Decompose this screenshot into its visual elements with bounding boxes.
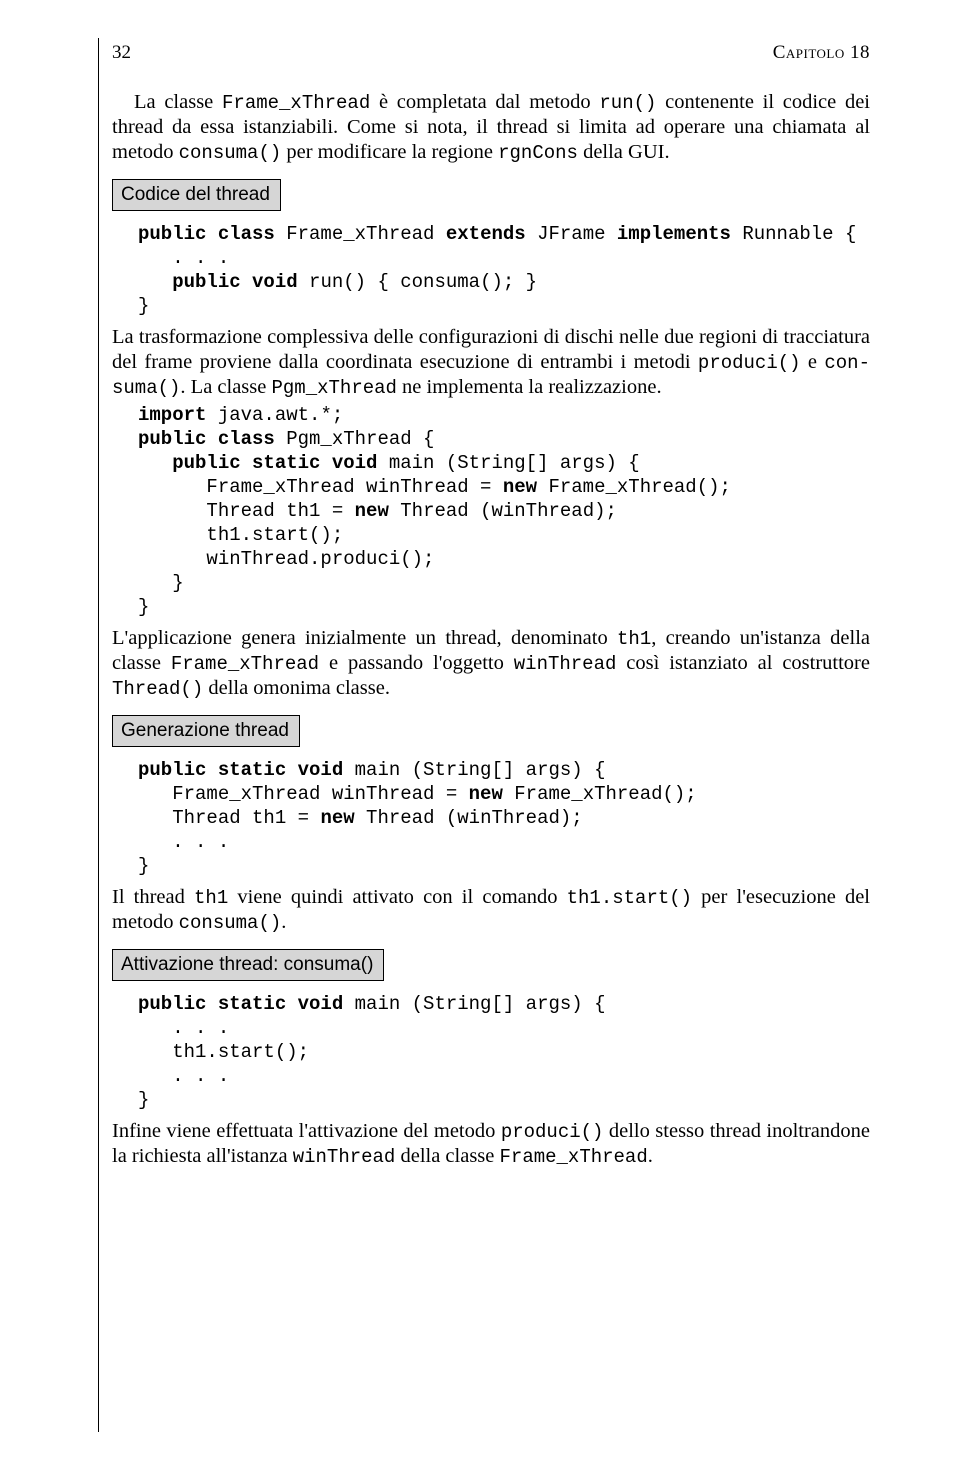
paragraph-2: La trasformazione complessiva delle conf…	[112, 325, 870, 400]
text: Infine viene effettuata l'attivazione de…	[112, 1120, 501, 1142]
code-inline: winThread	[293, 1146, 396, 1168]
code-block-1: public class Frame_xThread extends JFram…	[138, 223, 870, 319]
page-number: 32	[112, 42, 152, 64]
section-label-2: Generazione thread	[112, 715, 300, 747]
text: L'applicazione genera inizialmente un th…	[112, 627, 617, 649]
text: Il thread	[112, 886, 194, 908]
text: ne implementa la realizzazione.	[397, 376, 662, 398]
code-inline: Pgm_xThread	[272, 377, 397, 399]
paragraph-3: L'applicazione genera inizialmente un th…	[112, 626, 870, 702]
code-inline: produci()	[501, 1121, 604, 1143]
paragraph-5: Infine viene effettuata l'attivazione de…	[112, 1119, 870, 1169]
section-label-3: Attivazione thread: consuma()	[112, 949, 384, 981]
text: della GUI.	[578, 141, 670, 163]
code-inline: run()	[599, 92, 656, 114]
paragraph-1: La classe Frame_xThread è completata dal…	[112, 90, 870, 165]
code-inline: Frame_xThread	[500, 1146, 648, 1168]
code-inline: rgnCons	[498, 142, 578, 164]
code-inline: consuma()	[179, 142, 282, 164]
text: così istanziato al costruttore	[616, 652, 870, 674]
text: per modificare la regione	[281, 141, 498, 163]
text: .	[281, 911, 286, 933]
text: della omonima classe.	[203, 677, 390, 699]
code-block-4: public static void main (String[] args) …	[138, 993, 870, 1113]
text: .	[648, 1145, 653, 1167]
section-label-1: Codice del thread	[112, 179, 281, 211]
code-inline: Frame_xThread	[222, 92, 370, 114]
code-block-3: public static void main (String[] args) …	[138, 759, 870, 879]
code-inline: consuma()	[179, 912, 282, 934]
left-margin-rule	[98, 38, 99, 1432]
code-inline: Thread()	[112, 678, 203, 700]
text: . La classe	[180, 376, 271, 398]
text: La classe	[134, 91, 222, 113]
code-inline: winThread	[514, 653, 617, 675]
code-inline: th1	[617, 628, 651, 650]
code-inline: th1.start()	[567, 887, 692, 909]
paragraph-4: Il thread th1 viene quindi attivato con …	[112, 885, 870, 935]
code-block-2: import java.awt.*; public class Pgm_xThr…	[138, 404, 870, 619]
page-header: 32 Capitolo 18	[112, 42, 870, 64]
chapter-name: Capitolo 18	[773, 42, 870, 64]
page: 32 Capitolo 18 La classe Frame_xThread è…	[0, 0, 960, 1472]
text: e passando l'oggetto	[319, 652, 514, 674]
code-inline: produci()	[698, 352, 801, 374]
text: è completata dal metodo	[370, 91, 599, 113]
text: della classe	[395, 1145, 499, 1167]
code-inline: Frame_xThread	[171, 653, 319, 675]
text: e	[801, 351, 825, 373]
code-inline: th1	[194, 887, 228, 909]
text: viene quindi attivato con il comando	[228, 886, 566, 908]
